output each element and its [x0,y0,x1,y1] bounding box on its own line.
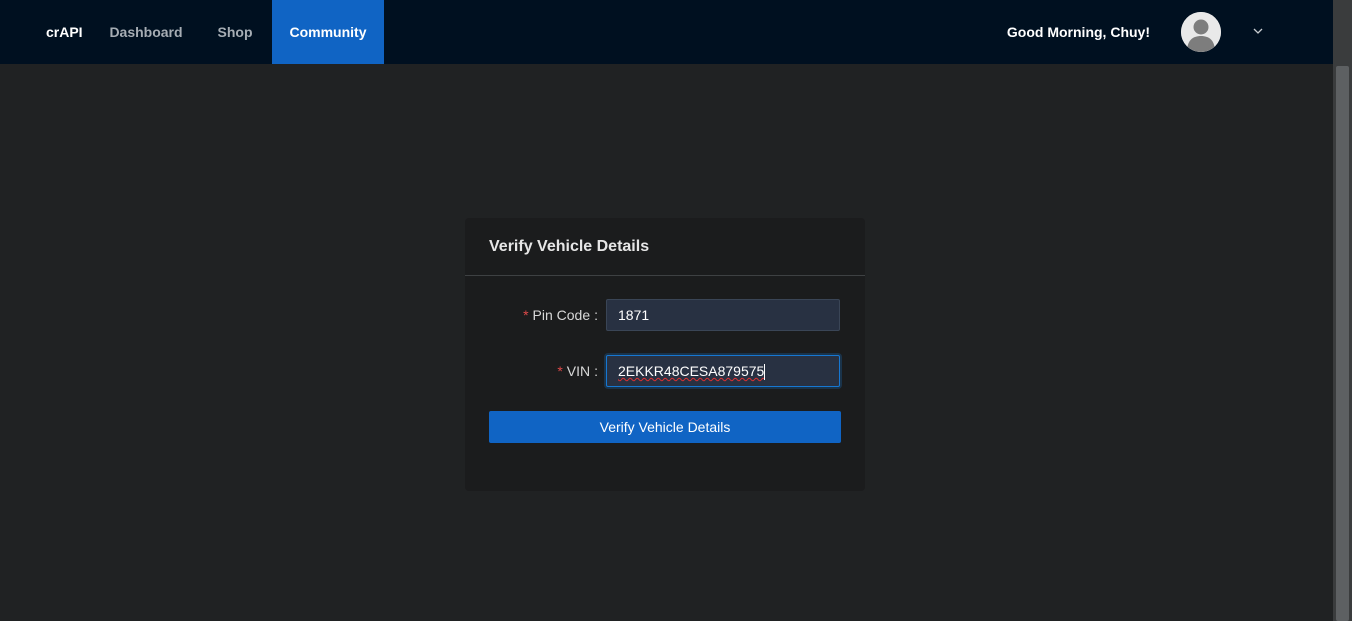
verify-vehicle-button[interactable]: Verify Vehicle Details [489,411,841,443]
user-avatar-icon[interactable] [1181,12,1221,52]
card-divider [465,275,865,276]
nav-item-dashboard[interactable]: Dashboard [96,0,196,64]
text-cursor [764,364,766,381]
avatar-silhouette-icon [1181,12,1221,52]
chevron-down-icon[interactable] [1251,24,1265,38]
pin-code-label-text: Pin Code [532,307,591,323]
scrollbar-thumb[interactable] [1336,66,1349,621]
nav-item-shop[interactable]: Shop [196,0,274,64]
card-title: Verify Vehicle Details [489,238,650,255]
pin-code-label: * Pin Code: [523,307,598,323]
vin-label-text: VIN [566,363,591,379]
vin-input-value: 2EKKR48CESA879575 [618,363,765,379]
vin-input[interactable]: 2EKKR48CESA879575 [606,355,840,387]
pin-code-input[interactable] [606,299,840,331]
vin-label: * VIN: [557,363,598,379]
nav-item-community[interactable]: Community [272,0,384,64]
required-mark: * [557,363,563,379]
user-greeting: Good Morning, Chuy! [1006,24,1150,40]
brand-logo[interactable]: crAPI [46,0,83,64]
top-navbar: crAPI Dashboard Shop Community Good Morn… [0,0,1333,64]
verify-vehicle-card: Verify Vehicle Details *Pin Code: *VIN: … [465,218,865,491]
required-mark: * [523,307,529,323]
